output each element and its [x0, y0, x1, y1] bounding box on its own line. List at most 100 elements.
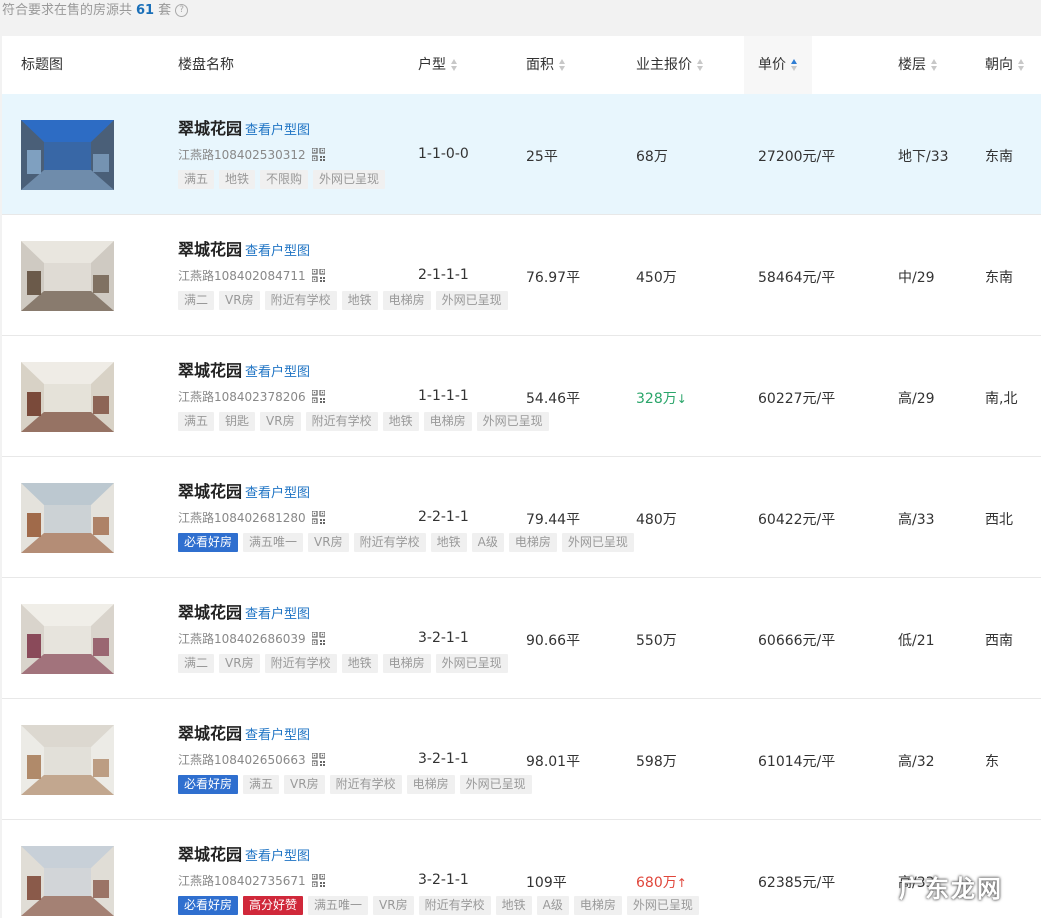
area-cell: 25平 — [526, 149, 558, 165]
price-value: 550万 — [636, 633, 677, 649]
listing-photo[interactable] — [21, 604, 114, 674]
listing-title: 翠城花园 查看户型图 — [178, 115, 310, 139]
table-row[interactable]: 翠城花园 查看户型图 江燕路108402530312 满五 地铁 不限购 外网已呈 — [2, 94, 1041, 215]
view-floorplan-link[interactable]: 查看户型图 — [245, 365, 310, 380]
header-layout[interactable]: 户型 — [418, 36, 458, 94]
header-floor[interactable]: 楼层 — [898, 36, 938, 94]
listing-name[interactable]: 翠城花园 — [178, 482, 242, 501]
sort-icon[interactable] — [559, 58, 566, 72]
tag: VR房 — [284, 775, 325, 794]
qr-code-icon[interactable] — [311, 632, 325, 645]
listing-code-text: 江燕路108402735671 — [178, 874, 306, 888]
listing-code: 江燕路108402084711 — [178, 267, 325, 284]
header-unit-price-label: 单价 — [758, 57, 786, 73]
tag-list: 满二 VR房 附近有学校 地铁 电梯房 外网已呈现 — [178, 654, 513, 673]
view-floorplan-link[interactable]: 查看户型图 — [245, 849, 310, 864]
listing-title: 翠城花园 查看户型图 — [178, 478, 310, 502]
area-cell: 76.97平 — [526, 270, 581, 286]
qr-code-icon[interactable] — [311, 269, 325, 282]
tag: 地铁 — [341, 291, 378, 310]
listing-name[interactable]: 翠城花园 — [178, 361, 242, 380]
tag: 附近有学校 — [329, 775, 402, 794]
view-floorplan-link[interactable]: 查看户型图 — [245, 244, 310, 259]
area-cell: 54.46平 — [526, 391, 581, 407]
tag: 电梯房 — [423, 412, 472, 431]
qr-code-icon[interactable] — [311, 511, 325, 524]
listing-photo[interactable] — [21, 241, 114, 311]
tag: 电梯房 — [406, 775, 455, 794]
table-row[interactable]: 翠城花园查看户型图 江燕路108402084711 满二VR房附近有学校地 — [2, 215, 1041, 336]
listing-code: 江燕路108402681280 — [178, 509, 325, 526]
table-row[interactable]: 翠城花园查看户型图 江燕路108402686039 满二VR房附近有学校地 — [2, 578, 1041, 699]
price-cell: 450万 — [636, 267, 677, 287]
tag: 必看好房 — [178, 775, 239, 794]
tag: 外网已呈现 — [435, 291, 508, 310]
sort-icon[interactable] — [451, 58, 458, 72]
sort-asc-icon[interactable] — [791, 58, 798, 72]
unit-price-cell: 60227元/平 — [758, 391, 836, 407]
price-value: 68万 — [636, 149, 668, 165]
tag: VR房 — [219, 291, 260, 310]
header-price[interactable]: 业主报价 — [636, 36, 704, 94]
area-cell: 98.01平 — [526, 754, 581, 770]
header-area[interactable]: 面积 — [526, 36, 566, 94]
listing-photo[interactable] — [21, 846, 114, 916]
listing-name[interactable]: 翠城花园 — [178, 603, 242, 622]
qr-code-icon[interactable] — [311, 874, 325, 887]
floor-cell: 地下/33 — [898, 149, 949, 165]
sort-icon[interactable] — [697, 58, 704, 72]
view-floorplan-link[interactable]: 查看户型图 — [245, 123, 310, 138]
listing-photo[interactable] — [21, 362, 114, 432]
listing-name[interactable]: 翠城花园 — [178, 240, 242, 259]
tag: 必看好房 — [178, 896, 239, 915]
tag: 高分好赞 — [243, 896, 304, 915]
table-row[interactable]: 翠城花园 查看户型图 江燕路108402378206 满五 钥匙 VR房 附近有学 — [2, 336, 1041, 457]
header-area-label: 面积 — [526, 57, 554, 73]
tag: 电梯房 — [382, 654, 431, 673]
tag: 附近有学校 — [264, 654, 337, 673]
sort-icon[interactable] — [1018, 58, 1025, 72]
view-floorplan-link[interactable]: 查看户型图 — [245, 486, 310, 501]
listing-name[interactable]: 翠城花园 — [178, 845, 242, 864]
orientation-cell: 西北 — [985, 512, 1013, 528]
tag-list: 满五 钥匙 VR房 附近有学校 地铁 电梯房 外网已呈现 — [178, 412, 554, 431]
tag: 外网已呈现 — [313, 170, 386, 189]
sort-icon[interactable] — [931, 58, 938, 72]
table-row[interactable]: 翠城花园查看户型图 江燕路108402735671 必看好房高分好赞满五唯 — [2, 820, 1041, 918]
listing-code: 江燕路108402735671 — [178, 872, 325, 889]
price-cell: 68万 — [636, 146, 668, 166]
floor-cell: 低/21 — [898, 633, 935, 649]
area-cell: 109平 — [526, 875, 567, 891]
help-icon[interactable]: ? — [175, 4, 189, 17]
header-price-label: 业主报价 — [636, 57, 692, 73]
qr-code-icon[interactable] — [311, 148, 325, 161]
header-orientation[interactable]: 朝向 — [985, 36, 1025, 94]
qr-code-icon[interactable] — [311, 390, 325, 403]
tag: 满五 — [178, 412, 215, 431]
header-floor-label: 楼层 — [898, 57, 926, 73]
price-up-arrow-icon: ↑ — [676, 876, 687, 890]
table-row[interactable]: 翠城花园 查看户型图 江燕路108402650663 必看好房 满五 VR房 附近 — [2, 699, 1041, 820]
floor-cell: 中/29 — [898, 270, 935, 286]
tag: 电梯房 — [382, 291, 431, 310]
listing-name[interactable]: 翠城花园 — [178, 724, 242, 743]
summary-prefix: 符合要求在售的房源共 — [2, 3, 133, 18]
view-floorplan-link[interactable]: 查看户型图 — [245, 728, 310, 743]
tag: 附近有学校 — [264, 291, 337, 310]
listing-photo[interactable] — [21, 725, 114, 795]
tag-list: 必看好房 高分好赞 满五唯一 VR房 附近有学校 地铁 A级 电梯房 外网已呈现 — [178, 896, 704, 915]
header-unit-price[interactable]: 单价 — [744, 36, 812, 94]
listing-photo[interactable] — [21, 120, 114, 190]
view-floorplan-link[interactable]: 查看户型图 — [245, 607, 310, 622]
tag: VR房 — [219, 654, 260, 673]
price-cell: 328万↓ — [636, 388, 687, 408]
listing-name[interactable]: 翠城花园 — [178, 119, 242, 138]
listing-photo[interactable] — [21, 483, 114, 553]
listing-code: 江燕路108402650663 — [178, 751, 325, 768]
qr-code-icon[interactable] — [311, 753, 325, 766]
table-row[interactable]: 翠城花园查看户型图 江燕路108402681280 必看好房满五唯一VR房 — [2, 457, 1041, 578]
tag: 外网已呈现 — [476, 412, 549, 431]
area-cell: 90.66平 — [526, 633, 581, 649]
listing-title: 翠城花园 查看户型图 — [178, 357, 310, 381]
tag-list: 满二 VR房 附近有学校 地铁 电梯房 外网已呈现 — [178, 291, 513, 310]
